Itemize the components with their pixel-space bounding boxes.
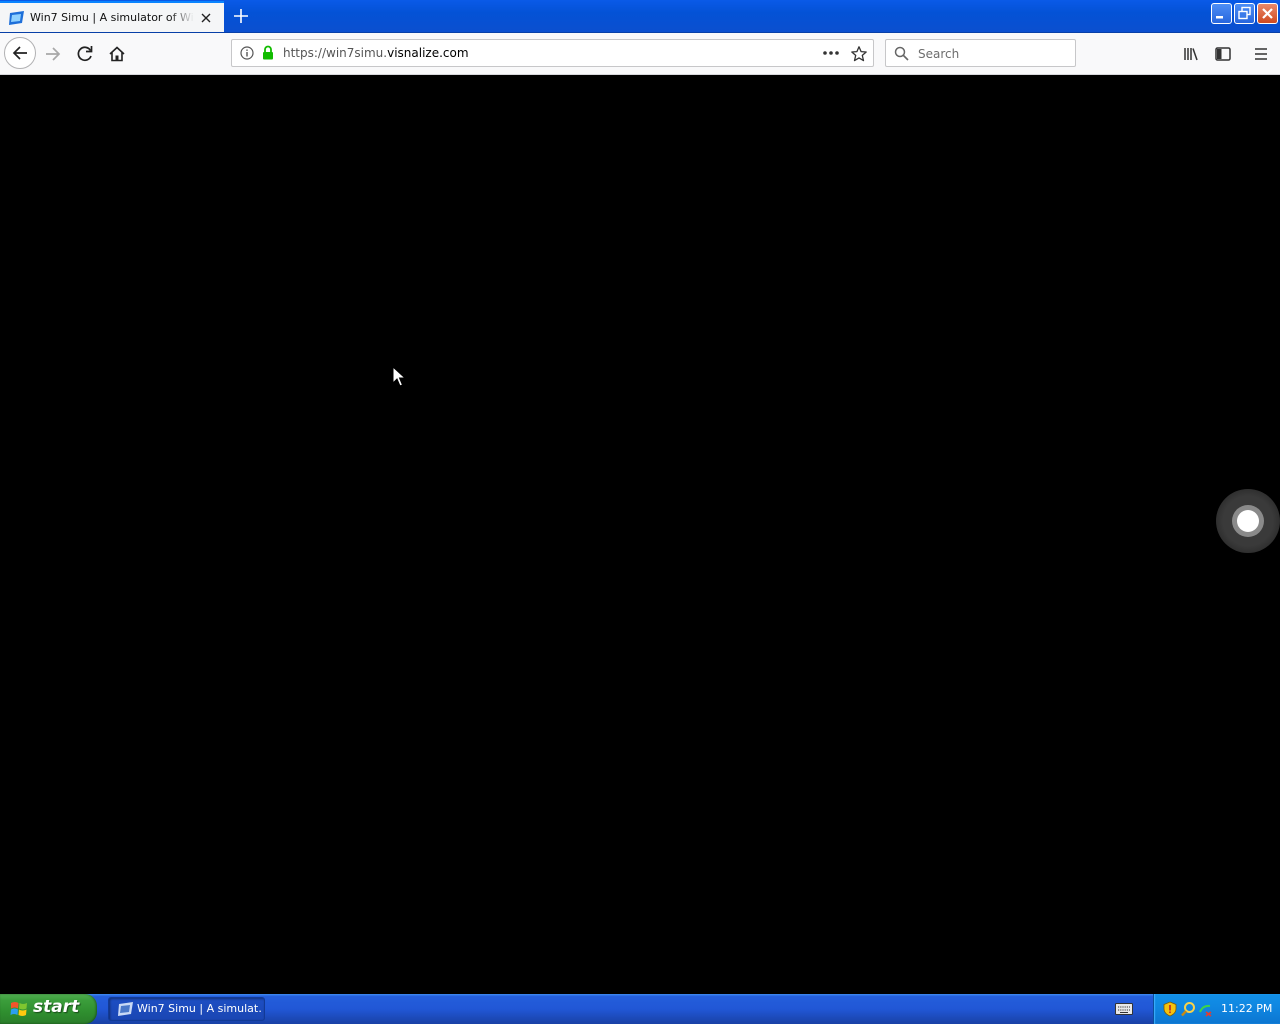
minimize-button[interactable] — [1211, 3, 1232, 24]
search-icon — [894, 46, 909, 61]
new-tab-icon[interactable] — [232, 7, 250, 25]
hamburger-menu-icon — [1255, 48, 1267, 60]
floating-button-dot — [1237, 510, 1259, 532]
forward-arrow-icon — [46, 47, 61, 61]
back-arrow-icon — [12, 46, 27, 60]
back-button[interactable] — [4, 37, 36, 69]
search-bar[interactable] — [885, 39, 1076, 67]
mouse-cursor-icon — [392, 366, 406, 387]
security-shield-icon[interactable] — [1162, 1001, 1178, 1017]
browser-tab[interactable]: Win7 Simu | A simulator of Windows 7 — [0, 1, 224, 32]
restore-button[interactable] — [1234, 3, 1255, 24]
sidebar-toggle-button[interactable] — [1208, 39, 1238, 69]
taskbar-clock[interactable]: 11:22 PM — [1221, 1002, 1272, 1015]
navigation-toolbar: https://win7simu.visnalize.com — [0, 33, 1280, 75]
win7simu-favicon-icon — [9, 11, 24, 25]
restore-icon — [1238, 6, 1251, 20]
taskbar-item-browser[interactable]: Win7 Simu | A simulat… — [108, 997, 265, 1021]
url-prefix: https://win7simu. — [283, 46, 388, 60]
search-input[interactable] — [916, 44, 1070, 64]
tab-title: Win7 Simu | A simulator of Windows 7 — [30, 11, 194, 24]
close-icon — [1262, 8, 1273, 19]
tab-strip: Win7 Simu | A simulator of Windows 7 — [0, 0, 1280, 33]
bookmark-star-icon[interactable] — [850, 45, 868, 63]
library-icon — [1184, 48, 1198, 61]
url-domain: visnalize.com — [387, 46, 469, 60]
sidebar-icon — [1215, 47, 1231, 61]
notification-area: 11:22 PM — [1153, 994, 1280, 1024]
info-icon[interactable] — [240, 46, 254, 60]
url-text[interactable]: https://win7simu.visnalize.com — [283, 46, 469, 60]
search-magnifier-icon[interactable] — [1180, 1001, 1196, 1017]
floating-assistive-button[interactable] — [1216, 489, 1280, 553]
start-button[interactable]: start — [0, 994, 97, 1024]
home-icon — [109, 46, 125, 62]
close-window-button[interactable] — [1257, 3, 1278, 24]
keyboard-icon[interactable] — [1115, 1003, 1133, 1015]
close-tab-icon[interactable] — [200, 12, 212, 24]
address-bar[interactable]: https://win7simu.visnalize.com — [231, 39, 874, 67]
win7simu-taskbar-icon — [118, 1002, 133, 1016]
page-actions-icon[interactable] — [822, 47, 840, 59]
taskbar-item-label: Win7 Simu | A simulat… — [137, 1002, 261, 1015]
library-button[interactable] — [1176, 39, 1206, 69]
screen: Win7 Simu | A simulator of Windows 7 — [0, 0, 1280, 1024]
windows-logo-icon — [10, 1002, 27, 1016]
secure-lock-icon[interactable] — [262, 45, 274, 60]
home-button[interactable] — [102, 39, 132, 69]
reload-button[interactable] — [70, 39, 100, 69]
minimize-icon — [1216, 16, 1223, 19]
reload-icon — [77, 46, 93, 62]
start-label: start — [33, 997, 80, 1017]
forward-button[interactable] — [38, 39, 68, 69]
taskbar: start Win7 Simu | A simulat… 11:22 PM — [0, 994, 1280, 1024]
page-content[interactable] — [0, 75, 1280, 994]
open-menu-button[interactable] — [1246, 39, 1276, 69]
network-status-icon[interactable] — [1197, 1001, 1213, 1017]
